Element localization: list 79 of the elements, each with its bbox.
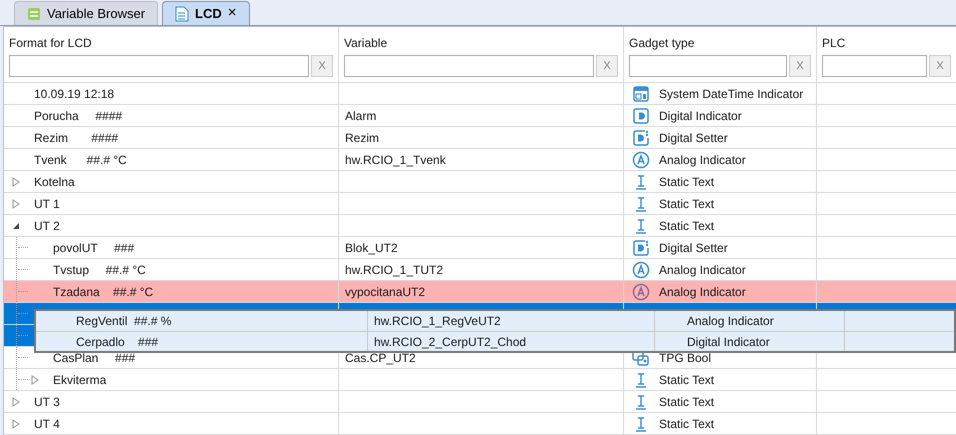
table-cell-text: Analog Indicator [659,152,746,168]
table-cell-text: Ekviterma [52,372,106,388]
analog-indicator-icon [632,260,650,278]
table-cell-text: CasPlan ### [52,350,136,366]
table-cell-text: Static Text [659,196,714,212]
filter-field[interactable] [629,55,787,77]
table-row[interactable]: povolUT ### Blok_UT2 Digital Setter [4,237,956,259]
table-cell-text: UT 3 [33,394,60,410]
table-cell-text: hw.RCIO_1_TUT2 [345,262,444,278]
table-row[interactable]: Tvstup ##.# °C hw.RCIO_1_TUT2 Analog Indicator [4,259,956,281]
table-cell-text: Alarm [345,108,376,124]
table-cell-text: Blok_UT2 [345,240,398,256]
column-header[interactable]: Format for LCD [9,36,333,50]
database-icon [27,6,41,20]
table-cell-text: vypocitanaUT2 [345,284,426,300]
table-cell-text: UT 1 [33,196,60,212]
table-row[interactable]: 10.09.19 12:18 System DateTime Indicator [4,83,956,105]
table-cell-text: Analog Indicator [659,262,746,278]
table-cell-text: Static Text [659,218,714,234]
table-cell-text: Digital Indicator [659,108,742,124]
table-cell-text: Porucha #### [33,108,122,124]
filter-field[interactable] [344,55,594,77]
table-cell-text: System DateTime Indicator [659,86,804,102]
tab-label: Variable Browser [47,4,146,23]
calendar-icon [632,84,650,102]
table-row[interactable]: UT 3 Static Text [4,391,956,413]
table-cell-text: Digital Setter [659,130,728,146]
analog-indicator-icon [632,282,650,300]
table-cell-text: hw.RCIO_1_Tvenk [345,152,446,168]
document-icon [175,6,190,22]
column-header[interactable]: Gadget type [629,36,811,50]
table-cell-text: povolUT ### [52,240,134,256]
tab[interactable]: Variable Browser [14,1,158,25]
table-cell-text: Tzadana ##.# °C [52,284,154,300]
table-row[interactable]: Kotelna Static Text [4,171,956,193]
collapsed-arrow-icon[interactable] [12,198,20,208]
table-cell-text: Static Text [659,372,714,388]
table-cell-text: Cas.CP_UT2 [345,350,416,366]
table-row[interactable]: UT 4 Static Text [4,413,956,435]
table-cell-text: Rezim #### [33,130,118,146]
tab-label: LCD [195,4,222,23]
table-cell-text: UT 2 [33,218,60,234]
table-cell-text: Rezim [345,130,380,146]
close-button[interactable]: × [228,2,237,25]
analog-indicator-icon [632,150,650,168]
table-cell-text: hw.RCIO_1_RegVeUT2 [374,313,501,330]
table-cell-text: Static Text [659,416,714,432]
collapsed-arrow-icon[interactable] [12,418,20,428]
table-cell-text: Static Text [659,394,714,410]
table-cell-text: Tvenk ##.# °C [33,152,127,168]
table-row[interactable]: UT 1 Static Text [4,193,956,215]
table-row[interactable]: UT 2 Static Text [4,215,956,237]
collapsed-arrow-icon[interactable] [31,374,39,384]
filter-field[interactable] [822,55,927,77]
column-header[interactable]: PLC [822,36,951,50]
table-cell-text: TPG Bool [659,350,712,366]
table-cell-text: UT 4 [33,416,60,432]
digital-setter-icon [632,128,650,146]
digital-indicator-icon [632,106,650,124]
table-cell-text: Kotelna [33,174,75,190]
table-row[interactable]: Tzadana ##.# °C vypocitanaUT2 Analog Indicator [4,281,956,303]
filter-field[interactable] [9,55,309,77]
collapsed-arrow-icon[interactable] [12,176,20,186]
collapsed-arrow-icon[interactable] [12,396,20,406]
table-row[interactable]: Ekviterma Static Text [4,369,956,391]
expanded-arrow-icon[interactable] [12,222,20,230]
table-cell-text: Static Text [659,174,714,190]
table-row[interactable]: Rezim #### Rezim Digital Setter [4,127,956,149]
table-cell-text: Analog Indicator [659,284,746,300]
table-cell-text: Digital Setter [659,240,728,256]
table-row[interactable]: Porucha #### Alarm Digital Indicator [4,105,956,127]
column-header[interactable]: Variable [344,36,618,50]
table-cell-text: RegVentil ##.# % [76,313,172,330]
tab[interactable]: LCD × [162,1,250,25]
table-cell-text: Analog Indicator [687,313,774,330]
table-cell-text: Tvstup ##.# °C [52,262,146,278]
table-cell-text: 10.09.19 12:18 [33,86,114,102]
digital-setter-icon [632,238,650,256]
table-row[interactable]: Tvenk ##.# °C hw.RCIO_1_Tvenk Analog Indicator [4,149,956,171]
